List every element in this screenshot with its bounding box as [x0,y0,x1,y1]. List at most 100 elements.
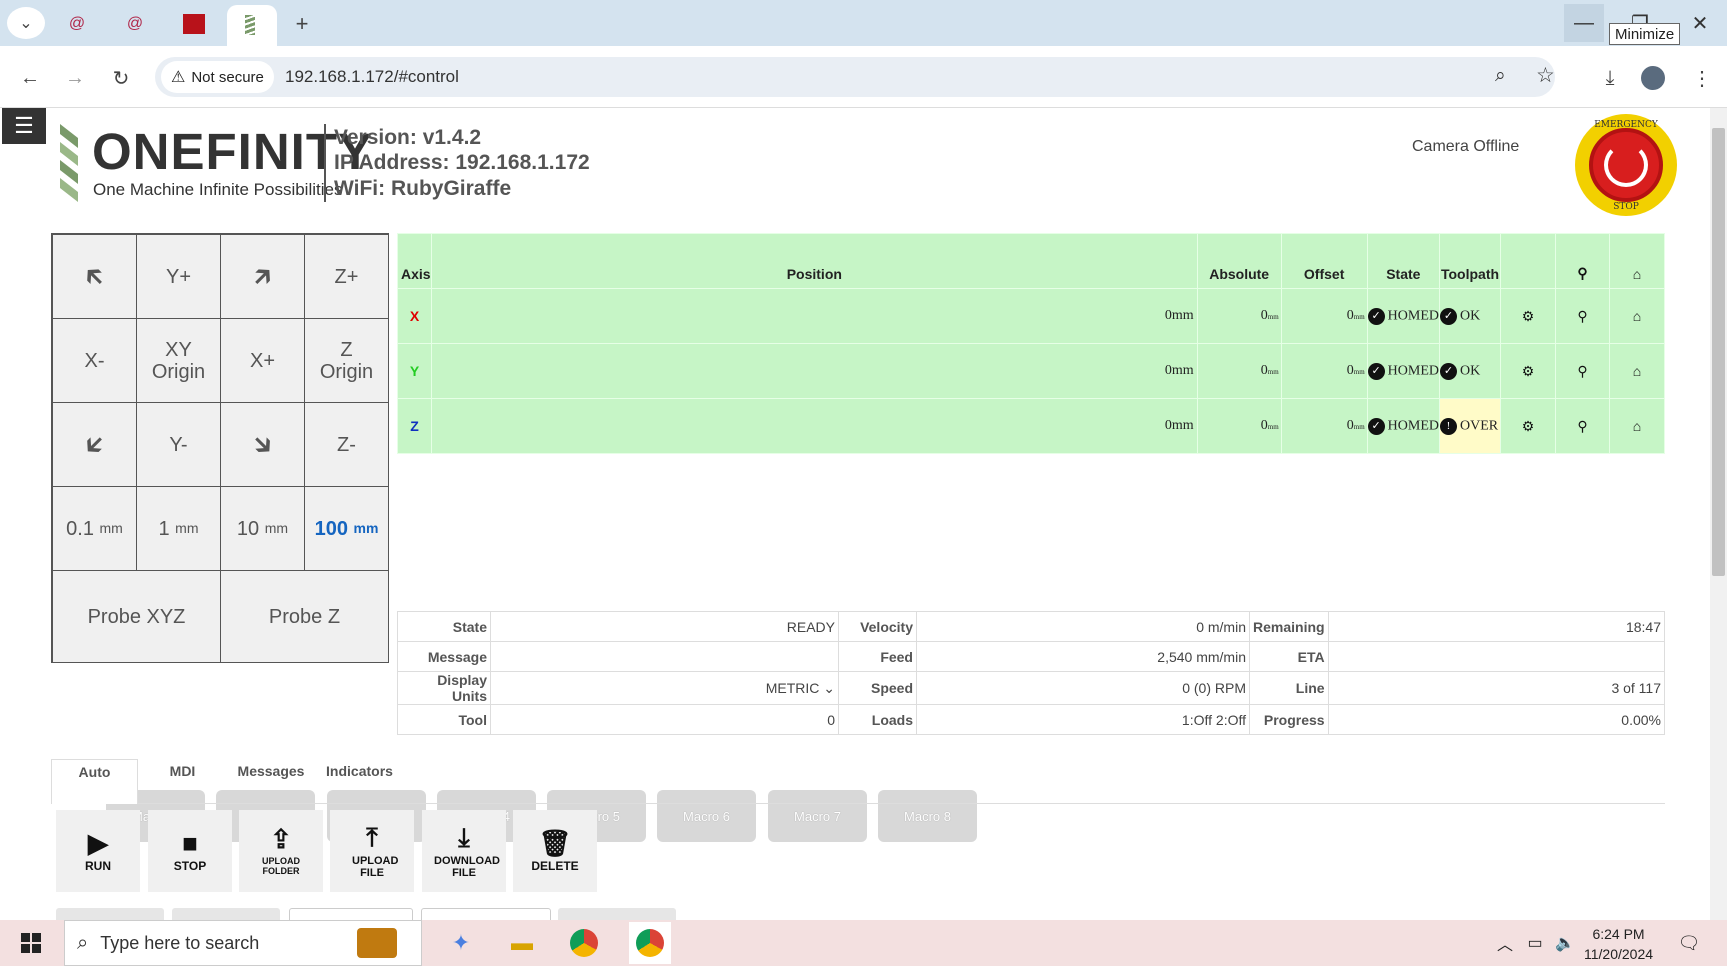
security-indicator[interactable]: ⚠ Not secure [161,61,274,93]
jog-x-plus-button[interactable]: X+ [220,318,305,403]
message-label: Message [397,641,491,672]
axis-goto-pin-icon[interactable]: ⚲ [1555,288,1610,344]
step-value: 10 [236,517,260,540]
browser-menu-icon[interactable]: ⋮ [1687,63,1717,93]
taskbar-search-box[interactable]: ⌕ Type here to search [64,920,422,966]
close-window-button[interactable]: ✕ [1680,8,1720,38]
axis-goto-pin-icon[interactable]: ⚲ [1555,398,1610,454]
position-unit: mm [1171,363,1194,378]
jog-y-minus-button[interactable]: Y- [136,402,221,487]
axis-goto-pin-icon[interactable]: ⚲ [1555,343,1610,399]
run-button[interactable]: ▶ RUN [56,810,140,892]
tab-debian-1[interactable]: @ [57,9,97,39]
jog-z-minus-button[interactable]: Z- [304,402,389,487]
upload-folder-button[interactable]: ⇪ UPLOAD FOLDER [239,810,323,892]
axis-row-x: X 0mm 0mm 0mm ✓ HOMED ✓ OK ⚙ ⚲ ⌂ [397,288,1665,344]
z-origin-button[interactable]: Z Origin [304,318,389,403]
step-1-button[interactable]: 1 mm [136,486,221,571]
xy-origin-button[interactable]: XY Origin [136,318,221,403]
download-icon[interactable]: ⤓ [1595,63,1625,93]
delete-button[interactable]: 🗑 DELETE [513,810,597,892]
axis-name: Z [397,398,432,454]
step-unit: mm [353,519,379,536]
goto-all-pin-icon[interactable]: ⚲ [1555,233,1610,289]
jog-z-plus-button[interactable]: Z+ [304,234,389,319]
macro-6-button[interactable]: Macro 6 [657,790,756,842]
tray-expand-icon[interactable]: ︿ [1488,928,1522,958]
tab-debian-2[interactable]: @ [115,9,155,39]
axis-settings-gear-icon[interactable]: ⚙ [1500,288,1556,344]
message-value [490,641,839,672]
loads-label: Loads [838,704,917,735]
download-file-button[interactable]: ⤓ DOWNLOAD FILE [422,810,506,892]
offset-unit: mm [1353,368,1365,376]
offset-unit: mm [1353,313,1365,321]
sort-button-partial[interactable] [558,908,676,920]
windows-start-icon[interactable] [14,928,48,958]
jog-down-left-icon[interactable]: 🡷 [52,402,137,487]
bookmark-star-icon[interactable]: ☆ [1536,63,1555,88]
offset-value: 0 [1346,363,1354,378]
scrollbar-thumb[interactable] [1712,128,1725,576]
ip-info: IP Address: 192.168.1.172 [334,151,590,174]
reload-icon[interactable]: ↻ [106,63,136,93]
jog-up-left-icon[interactable]: 🡴 [52,234,137,319]
emergency-stop-button[interactable]: EMERGENCY STOP [1575,114,1677,216]
tab-active-onefinity[interactable] [227,5,277,46]
profile-icon[interactable] [1638,63,1668,93]
probe-xyz-button[interactable]: Probe XYZ [52,570,221,663]
tab-search-dropdown-icon[interactable]: ⌄ [7,7,45,39]
battery-icon[interactable]: ▭ [1518,928,1552,958]
folder-select-partial[interactable] [289,908,413,920]
macro-7-button[interactable]: Macro 7 [768,790,867,842]
exclamation-icon: ! [1440,417,1457,435]
url-text[interactable]: 192.168.1.172/#control [285,67,459,87]
create-folder-button-partial[interactable] [56,908,164,920]
notifications-icon[interactable]: 🗨 [1672,928,1706,958]
zoom-icon[interactable]: ⌕ [1495,65,1506,87]
axis-home-icon[interactable]: ⌂ [1609,288,1665,344]
step-10-button[interactable]: 10 mm [220,486,305,571]
display-units-select[interactable]: METRIC ⌄ [490,671,839,705]
tab-indicators[interactable]: Indicators [317,759,402,804]
probe-z-button[interactable]: Probe Z [220,570,389,663]
back-icon[interactable]: ← [15,63,45,93]
tab-mdi[interactable]: MDI [140,759,225,804]
step-100-button[interactable]: 100 mm [304,486,389,571]
tab-messages[interactable]: Messages [228,759,314,804]
axis-settings-gear-icon[interactable]: ⚙ [1500,398,1556,454]
tab-auto[interactable]: Auto [51,759,138,804]
tab-app-3[interactable] [174,9,214,39]
jog-up-right-icon[interactable]: 🡵 [220,234,305,319]
axis-home-icon[interactable]: ⌂ [1609,343,1665,399]
hamburger-menu-icon[interactable]: ☰ [2,108,46,144]
stop-button[interactable]: ■ STOP [148,810,232,892]
address-bar[interactable]: ⚠ Not secure 192.168.1.172/#control ⌕ ☆ [155,57,1555,97]
step-value: 1 [158,517,170,540]
download-file-label: DOWNLOAD FILE [434,854,500,879]
step-0-1-button[interactable]: 0.1 mm [52,486,137,571]
jog-x-minus-button[interactable]: X- [52,318,137,403]
home-all-icon[interactable]: ⌂ [1609,233,1665,289]
upload-file-button[interactable]: ⤒ UPLOAD FILE [330,810,414,892]
axis-home-icon[interactable]: ⌂ [1609,398,1665,454]
minimize-button[interactable]: — [1564,4,1604,42]
not-secure-label: Not secure [191,68,264,86]
copilot-icon[interactable]: ✦ [444,928,478,958]
delete-folder-button-partial[interactable] [172,908,280,920]
new-tab-button[interactable]: + [282,9,322,39]
jog-y-plus-button[interactable]: Y+ [136,234,221,319]
forward-icon[interactable]: → [60,63,90,93]
clock-date: 11/20/2024 [1584,946,1654,962]
taskbar-clock[interactable]: 6:24 PM 11/20/2024 [1584,924,1653,964]
volume-icon[interactable]: 🔈 [1548,928,1582,958]
macro-8-button[interactable]: Macro 8 [878,790,977,842]
absolute-unit: mm [1267,313,1279,321]
chrome-profile-icon[interactable] [629,922,671,964]
step-unit: mm [99,519,123,536]
file-select-partial[interactable] [421,908,551,920]
chrome-icon[interactable] [567,928,601,958]
jog-down-right-icon[interactable]: 🡶 [220,402,305,487]
file-explorer-icon[interactable]: ▬ [505,928,539,958]
axis-settings-gear-icon[interactable]: ⚙ [1500,343,1556,399]
